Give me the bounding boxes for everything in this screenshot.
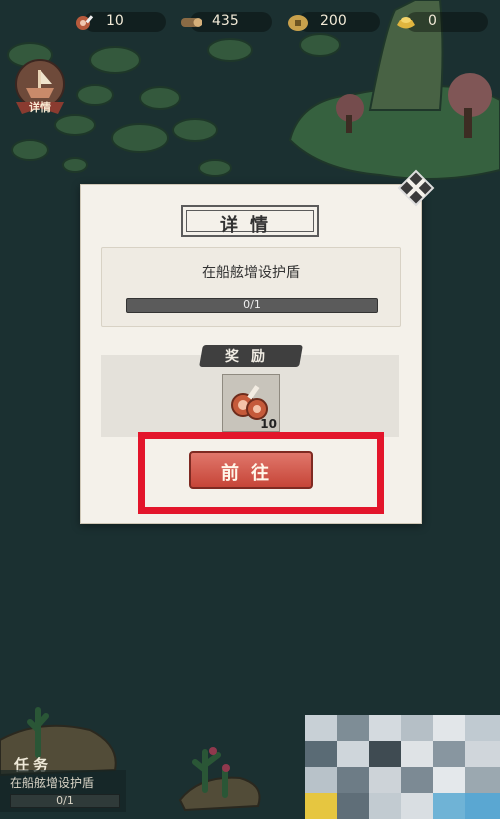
resource-bar: 10 435 200 0 bbox=[60, 8, 488, 36]
resource-wood-value: 435 bbox=[212, 13, 239, 29]
reward-title: 奖励 bbox=[225, 349, 277, 365]
close-icon[interactable] bbox=[396, 168, 436, 208]
reward-item-count: 10 bbox=[260, 417, 277, 431]
gold-ingot-icon bbox=[397, 17, 415, 29]
ship-icon: 详情 bbox=[15, 59, 65, 114]
dialog-title: 详情 bbox=[220, 215, 280, 236]
task-progress-bar: 0/1 bbox=[126, 298, 378, 313]
mosaic-overlay bbox=[305, 715, 500, 819]
coin-icon bbox=[288, 15, 308, 31]
task-tracker-progress-text: 0/1 bbox=[56, 794, 74, 807]
resource-meat: 10 bbox=[72, 8, 167, 36]
highlight-frame bbox=[138, 432, 384, 514]
resource-gold: 0 bbox=[394, 8, 489, 36]
task-card: 在船舷增设护盾 0/1 bbox=[101, 247, 401, 327]
task-tracker-progress: 0/1 bbox=[10, 794, 120, 808]
dialog-title-frame: 详情 bbox=[181, 205, 319, 237]
resource-wood: 435 bbox=[178, 8, 273, 36]
resource-meat-value: 10 bbox=[106, 13, 124, 29]
detail-side-button[interactable]: 详情 bbox=[12, 58, 68, 118]
meat-icon bbox=[76, 15, 94, 30]
task-tracker-text: 在船舷增设护盾 bbox=[10, 776, 95, 790]
resource-coin-value: 200 bbox=[320, 13, 347, 29]
resource-coin: 200 bbox=[286, 8, 381, 36]
resource-gold-value: 0 bbox=[428, 13, 437, 29]
wood-log-icon bbox=[181, 18, 202, 27]
detail-side-label: 详情 bbox=[29, 100, 51, 114]
reward-item[interactable]: 10 bbox=[222, 374, 280, 432]
task-tracker[interactable]: 在船舷增设护盾 0/1 bbox=[0, 770, 126, 812]
task-progress-text: 0/1 bbox=[243, 298, 261, 311]
task-description: 在船舷增设护盾 bbox=[202, 265, 300, 281]
